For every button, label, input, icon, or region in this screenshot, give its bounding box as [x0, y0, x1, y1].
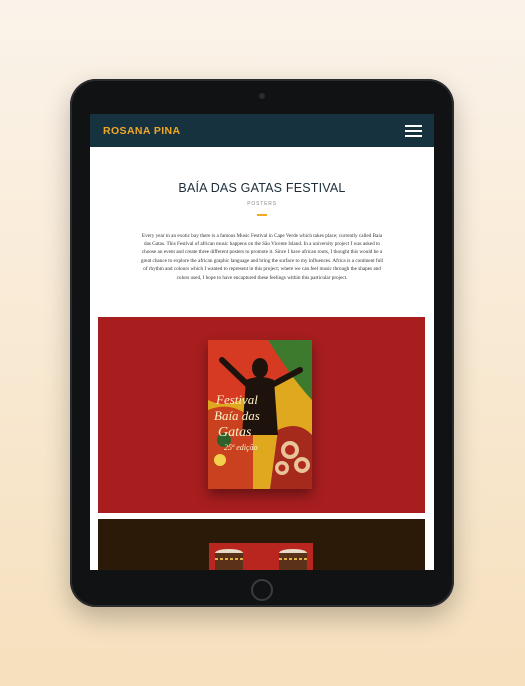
drum-showcase: [98, 519, 425, 570]
poster-headline-3: Gatas: [218, 425, 252, 440]
menu-line: [405, 124, 422, 127]
home-button[interactable]: [251, 579, 273, 601]
tablet-camera: [259, 93, 265, 99]
poster-edition: 25ª edição: [224, 443, 258, 452]
tablet-frame: ROSANA PINA BAÍA DAS GATAS FESTIVAL POST…: [70, 79, 454, 607]
project-title: BAÍA DAS GATAS FESTIVAL: [178, 181, 346, 195]
poster-headline-2: Baía das: [214, 408, 260, 423]
menu-line: [405, 134, 422, 137]
hamburger-menu-icon[interactable]: [405, 124, 422, 137]
project-description: Every year in an exotic bay there is a f…: [140, 232, 384, 281]
poster-headline-1: Festival: [215, 392, 258, 407]
festival-poster-image: Festival Baía das Gatas 25ª edição: [208, 340, 312, 489]
project-category: POSTERS: [247, 201, 277, 207]
menu-line: [405, 129, 422, 132]
tablet-screen: ROSANA PINA BAÍA DAS GATAS FESTIVAL POST…: [90, 114, 434, 570]
site-brand[interactable]: ROSANA PINA: [103, 125, 181, 137]
navbar: ROSANA PINA: [90, 114, 434, 147]
drum-photo-image: [209, 543, 313, 570]
title-divider: [257, 214, 267, 216]
poster-showcase: Festival Baía das Gatas 25ª edição: [98, 317, 425, 513]
